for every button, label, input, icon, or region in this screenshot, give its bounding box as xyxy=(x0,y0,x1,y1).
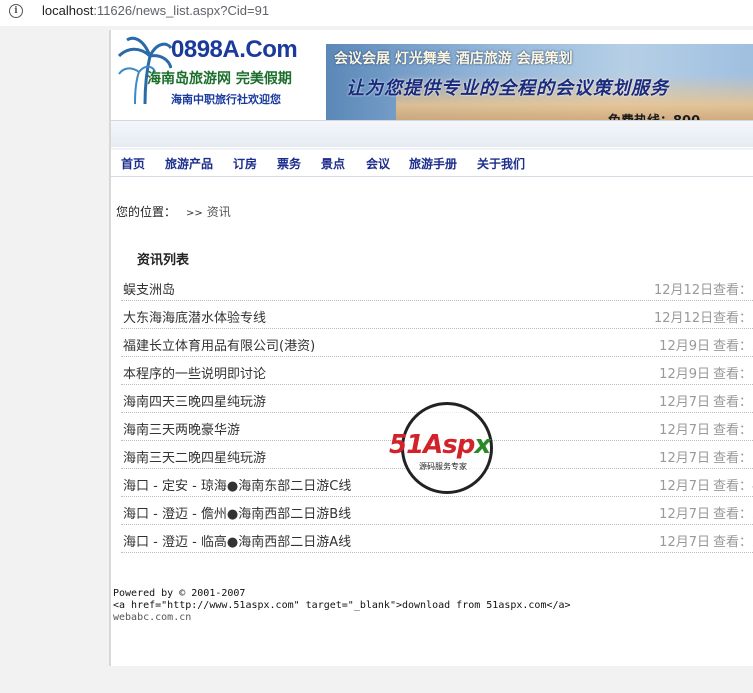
banner-tagline: 让为您提供专业的全程的会议策划服务 xyxy=(346,78,669,99)
logo-site-name: 海南岛旅游网 完美假期 xyxy=(147,71,292,87)
list-item: 海口 - 澄迈 - 临高●海南西部二日游A线 12月7日 查看：2 xyxy=(121,526,753,553)
news-views: 查看： xyxy=(713,367,753,382)
page-footer: Powered by © 2001-2007 <a href="http://w… xyxy=(113,588,571,624)
news-views: 查看： xyxy=(713,311,753,326)
nav-conferences[interactable]: 会议 xyxy=(366,155,390,172)
news-views: 查看：1 xyxy=(713,395,753,410)
header-banner[interactable]: 会议会展 灯光舞美 酒店旅游 会展策划 让为您提供专业的全程的会议策划服务 免费… xyxy=(326,44,753,130)
nav-hotel-booking[interactable]: 订房 xyxy=(233,155,257,172)
footer-domain: webabc.com.cn xyxy=(113,612,192,623)
nav-attractions[interactable]: 景点 xyxy=(321,155,345,172)
news-title-link[interactable]: 福建长立体育用品有限公司(港资) xyxy=(123,335,315,354)
nav-travel-guide[interactable]: 旅游手册 xyxy=(409,155,457,172)
list-item: 蜈支洲岛 12月12日 查看： xyxy=(121,274,753,301)
site-header: 0898A.Com 海南岛旅游网 完美假期 海南中职旅行社欢迎您 会议会展 灯光… xyxy=(111,30,753,147)
breadcrumb-current[interactable]: 资讯 xyxy=(207,205,231,219)
footer-powered-by: Powered by © 2001-2007 xyxy=(113,588,246,599)
news-title-link[interactable]: 海南三天二晚四星纯玩游 xyxy=(123,447,266,466)
watermark-brand: 51Aspx xyxy=(389,430,491,460)
news-views: 查看： xyxy=(713,423,753,438)
news-title-link[interactable]: 海南三天两晚豪华游 xyxy=(123,419,240,438)
breadcrumb: 您的位置： >> 资讯 xyxy=(116,203,231,220)
news-title-link[interactable]: 海口 - 定安 - 琼海●海南东部二日游C线 xyxy=(123,475,351,494)
banner-services: 会议会展 灯光舞美 酒店旅游 会展策划 xyxy=(334,51,573,67)
header-band xyxy=(111,120,753,147)
footer-download-link[interactable]: <a href="http://www.51aspx.com" target="… xyxy=(113,600,571,612)
news-views: 查看：4 xyxy=(713,479,753,494)
news-title-link[interactable]: 蜈支洲岛 xyxy=(123,279,175,298)
watermark-subtitle: 源码服务专家 xyxy=(419,462,467,471)
news-date: 12月7日 xyxy=(659,507,710,522)
news-views: 查看：2 xyxy=(713,507,753,522)
news-date: 12月7日 xyxy=(659,423,710,438)
news-title-link[interactable]: 本程序的一些说明即讨论 xyxy=(123,363,266,382)
logo-slogan: 海南中职旅行社欢迎您 xyxy=(171,93,281,106)
breadcrumb-label: 您的位置： xyxy=(116,205,177,219)
news-title-link[interactable]: 海南四天三晚四星纯玩游 xyxy=(123,391,266,410)
nav-tickets[interactable]: 票务 xyxy=(277,155,301,172)
nav-about-us[interactable]: 关于我们 xyxy=(477,155,525,172)
news-date: 12月7日 xyxy=(659,535,710,550)
nav-home[interactable]: 首页 xyxy=(121,155,145,172)
nav-travel-products[interactable]: 旅游产品 xyxy=(165,155,213,172)
news-views: 查看： xyxy=(713,283,753,298)
news-date: 12月9日 xyxy=(659,367,710,382)
list-item: 大东海海底潜水体验专线 12月12日 查看： xyxy=(121,302,753,329)
news-date: 12月12日 xyxy=(654,311,714,326)
news-list-title: 资讯列表 xyxy=(137,253,190,268)
news-date: 12月9日 xyxy=(659,339,710,354)
news-date: 12月7日 xyxy=(659,451,710,466)
main-nav: 首页 旅游产品 订房 票务 景点 会议 旅游手册 关于我们 xyxy=(111,148,753,177)
url-text[interactable]: localhost:11626/news_list.aspx?Cid=91 xyxy=(42,3,269,18)
web-page: 0898A.Com 海南岛旅游网 完美假期 海南中职旅行社欢迎您 会议会展 灯光… xyxy=(109,30,753,666)
news-date: 12月7日 xyxy=(659,395,710,410)
news-date: 12月7日 xyxy=(659,479,710,494)
list-item: 福建长立体育用品有限公司(港资) 12月9日 查看：2 xyxy=(121,330,753,357)
browser-address-bar[interactable]: i localhost:11626/news_list.aspx?Cid=91 xyxy=(0,0,753,26)
breadcrumb-arrow: >> xyxy=(186,208,203,219)
site-logo[interactable]: 0898A.Com 海南岛旅游网 完美假期 海南中职旅行社欢迎您 xyxy=(111,30,326,128)
info-icon[interactable]: i xyxy=(9,4,23,18)
news-views: 查看： xyxy=(713,451,753,466)
watermark-logo: 51Aspx 源码服务专家 xyxy=(389,402,493,494)
news-title-link[interactable]: 海口 - 澄迈 - 临高●海南西部二日游A线 xyxy=(123,531,351,550)
news-title-link[interactable]: 大东海海底潜水体验专线 xyxy=(123,307,266,326)
list-item: 本程序的一些说明即讨论 12月9日 查看： xyxy=(121,358,753,385)
news-title-link[interactable]: 海口 - 澄迈 - 儋州●海南西部二日游B线 xyxy=(123,503,351,522)
news-views: 查看：2 xyxy=(713,339,753,354)
logo-domain: 0898A.Com xyxy=(171,36,298,63)
news-date: 12月12日 xyxy=(654,283,714,298)
news-views: 查看：2 xyxy=(713,535,753,550)
list-item: 海口 - 澄迈 - 儋州●海南西部二日游B线 12月7日 查看：2 xyxy=(121,498,753,525)
